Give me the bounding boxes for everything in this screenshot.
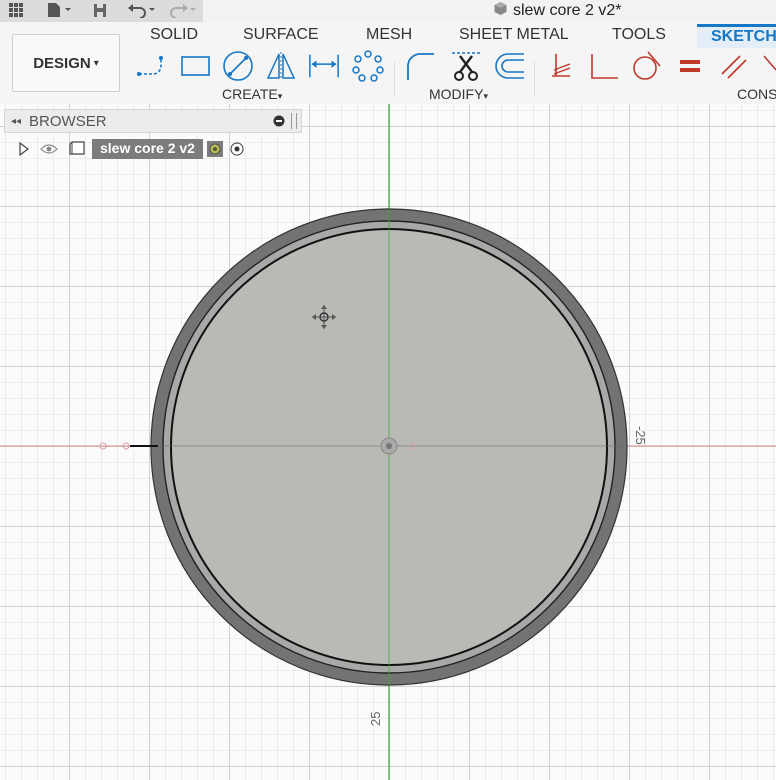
- toolbar-ribbon: DESIGN ▾ SOLID SURFACE MESH SHEET METAL …: [0, 22, 776, 105]
- tab-sheet-metal[interactable]: SHEET METAL: [459, 26, 569, 44]
- redo-icon[interactable]: [166, 1, 198, 19]
- component-icon: [68, 141, 86, 157]
- file-icon[interactable]: [44, 1, 74, 19]
- quick-access-toolbar: [0, 0, 203, 22]
- divider: [394, 62, 395, 96]
- modify-label-text: MODIFY: [429, 86, 484, 102]
- create-label-text: CREATE: [222, 86, 278, 102]
- tab-surface[interactable]: SURFACE: [243, 26, 319, 44]
- visibility-eye-icon[interactable]: [40, 143, 58, 155]
- chevron-down-icon: ▾: [277, 91, 283, 101]
- dimension-label-right[interactable]: -25: [633, 426, 648, 445]
- browser-panel-header: ◂◂ BROWSER: [4, 109, 302, 133]
- undo-icon[interactable]: [126, 1, 158, 19]
- grid-icon[interactable]: [6, 1, 26, 19]
- save-icon[interactable]: [90, 1, 110, 19]
- pattern-tool-icon[interactable]: [352, 50, 384, 82]
- browser-tree-item[interactable]: slew core 2 v2: [18, 139, 245, 159]
- mirror-tool-icon[interactable]: [265, 50, 297, 82]
- collapse-panel-icon[interactable]: ◂◂: [11, 116, 21, 127]
- workspace-label: DESIGN: [33, 54, 91, 72]
- perpendicular-constraint-icon[interactable]: [588, 50, 620, 82]
- constraints-group-label[interactable]: CONS: [737, 86, 776, 102]
- rectangle-tool-icon[interactable]: [180, 50, 212, 82]
- fillet-tool-icon[interactable]: [404, 50, 436, 82]
- sketch-geometry[interactable]: [0, 104, 776, 780]
- line-tool-icon[interactable]: [136, 50, 168, 82]
- sketch-canvas[interactable]: -25 25: [0, 104, 776, 780]
- dimension-tool-icon[interactable]: [308, 50, 340, 82]
- offset-tool-icon[interactable]: [494, 50, 526, 82]
- create-group-label[interactable]: CREATE▾: [222, 86, 282, 102]
- expand-triangle-icon[interactable]: [18, 142, 30, 156]
- parallel-constraint-icon[interactable]: [718, 50, 750, 82]
- modify-group-label[interactable]: MODIFY▾: [429, 86, 488, 102]
- circle-tool-icon[interactable]: [222, 50, 254, 82]
- collinear-constraint-icon[interactable]: [760, 50, 776, 82]
- workspace-switcher-button[interactable]: DESIGN ▾: [12, 34, 120, 92]
- equal-constraint-icon[interactable]: [674, 50, 706, 82]
- dimension-label-bottom[interactable]: 25: [368, 712, 383, 726]
- chevron-down-icon: ▾: [483, 91, 488, 101]
- activate-radio-icon[interactable]: [206, 141, 223, 157]
- document-title: slew core 2 v2*: [493, 1, 622, 21]
- minimize-icon[interactable]: [273, 115, 285, 127]
- coincident-constraint-icon[interactable]: [546, 50, 578, 82]
- trim-tool-icon[interactable]: [450, 50, 482, 82]
- chevron-down-icon: ▾: [93, 57, 99, 69]
- tab-mesh[interactable]: MESH: [366, 26, 412, 44]
- panel-grip[interactable]: [291, 113, 297, 129]
- browser-title: BROWSER: [29, 112, 107, 130]
- cube-icon: [493, 1, 508, 21]
- component-name[interactable]: slew core 2 v2: [92, 139, 203, 159]
- tab-solid[interactable]: SOLID: [150, 26, 198, 44]
- tab-sketch[interactable]: SKETCH: [697, 24, 776, 48]
- target-radio-icon[interactable]: [229, 141, 245, 157]
- tab-tools[interactable]: TOOLS: [612, 26, 666, 44]
- tangent-constraint-icon[interactable]: [630, 50, 662, 82]
- title-bar: slew core 2 v2*: [0, 0, 776, 22]
- divider: [534, 62, 535, 96]
- document-title-text: slew core 2 v2*: [513, 2, 622, 19]
